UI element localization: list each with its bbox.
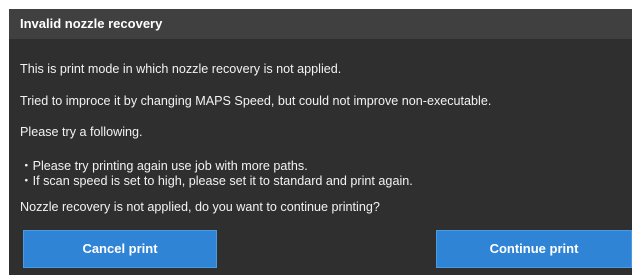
- message-line-tried-improve: Tried to improce it by changing MAPS Spe…: [20, 94, 492, 108]
- continue-print-button[interactable]: Continue print: [436, 230, 632, 268]
- message-bullet-scan-speed: ・If scan speed is set to high, please se…: [20, 174, 413, 188]
- dialog-title: Invalid nozzle recovery: [9, 9, 632, 39]
- invalid-nozzle-recovery-dialog: Invalid nozzle recovery This is print mo…: [9, 9, 632, 275]
- message-line-print-mode: This is print mode in which nozzle recov…: [20, 62, 342, 76]
- message-line-continue-question: Nozzle recovery is not applied, do you w…: [20, 200, 380, 214]
- message-line-please-try: Please try a following.: [20, 125, 143, 139]
- cancel-print-button[interactable]: Cancel print: [23, 230, 217, 268]
